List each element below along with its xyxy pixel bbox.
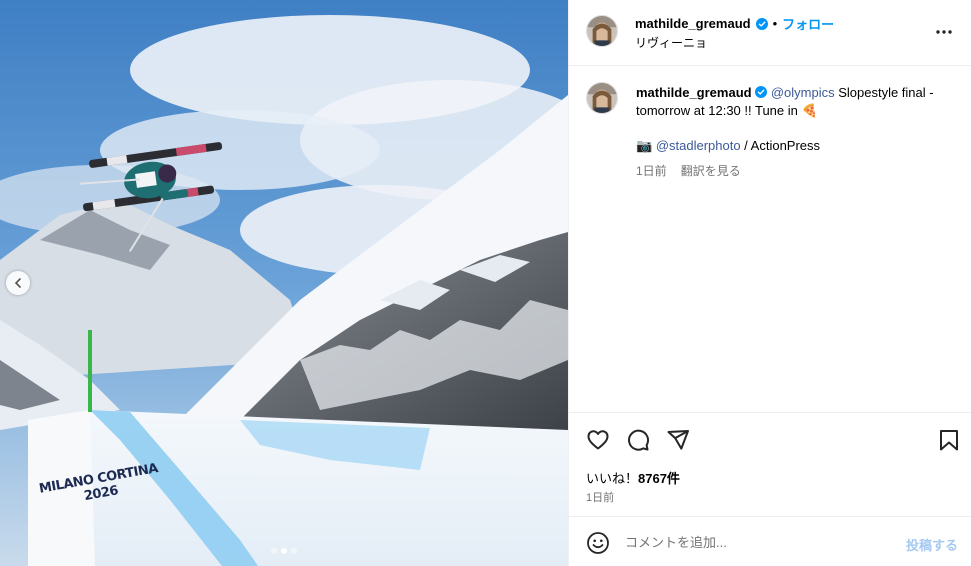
carousel-indicator	[271, 548, 297, 554]
location-link[interactable]: リヴィーニョ	[635, 34, 707, 51]
caption-username[interactable]: mathilde_gremaud	[636, 85, 752, 100]
caption-meta: 1日前 翻訳を見る	[636, 162, 741, 179]
likes-number: 8767件	[638, 471, 680, 486]
translate-button[interactable]: 翻訳を見る	[681, 162, 741, 179]
carousel-dot	[291, 548, 297, 554]
comment-input[interactable]	[625, 530, 885, 554]
comment-icon[interactable]	[626, 428, 650, 452]
carousel-dot	[271, 548, 277, 554]
post-side-panel: mathilde_gremaud • フォロー リヴィーニョ mathilde_…	[568, 0, 971, 566]
send-icon[interactable]	[666, 428, 690, 452]
post-comment-button[interactable]: 投稿する	[906, 535, 958, 554]
follow-button[interactable]: フォロー	[782, 14, 834, 33]
post-media[interactable]: MILANO CORTINA 2026	[0, 0, 568, 566]
camera-emoji: 📷	[636, 138, 653, 153]
avatar[interactable]	[586, 15, 618, 47]
likes-prefix: いいね！	[586, 471, 639, 486]
header-user-row: mathilde_gremaud • フォロー	[635, 14, 834, 33]
add-comment-bar: 投稿する	[569, 516, 971, 566]
more-horizontal-icon[interactable]	[934, 22, 954, 42]
mention-link[interactable]: @olympics	[771, 85, 835, 100]
username-link[interactable]: mathilde_gremaud	[635, 16, 751, 31]
separator: •	[772, 16, 778, 31]
post-header: mathilde_gremaud • フォロー リヴィーニョ	[569, 0, 971, 66]
post-date[interactable]: 1日前	[586, 489, 614, 505]
credit-mention-link[interactable]: @stadlerphoto	[656, 138, 741, 153]
emoji-smile-icon[interactable]	[586, 531, 610, 555]
post-caption: mathilde_gremaud @olympics Slopestyle fi…	[636, 84, 952, 120]
verified-badge-icon	[755, 17, 768, 30]
post-actions: いいね！8767件 1日前	[569, 412, 971, 516]
caption-avatar[interactable]	[586, 82, 618, 114]
profile-photo	[587, 16, 617, 46]
pizza-emoji: 🍕	[801, 103, 818, 118]
profile-photo	[587, 83, 617, 113]
bookmark-icon[interactable]	[937, 428, 961, 452]
verified-badge-icon	[755, 86, 768, 98]
caption-time[interactable]: 1日前	[636, 162, 667, 179]
credit-text: / ActionPress	[740, 138, 821, 153]
photo-credit: 📷 @stadlerphoto / ActionPress	[636, 137, 820, 155]
carousel-dot-active	[281, 548, 287, 554]
chevron-left-icon	[14, 278, 21, 288]
heart-icon[interactable]	[586, 428, 610, 452]
carousel-prev-button[interactable]	[6, 271, 30, 295]
likes-count[interactable]: いいね！8767件	[586, 468, 680, 487]
